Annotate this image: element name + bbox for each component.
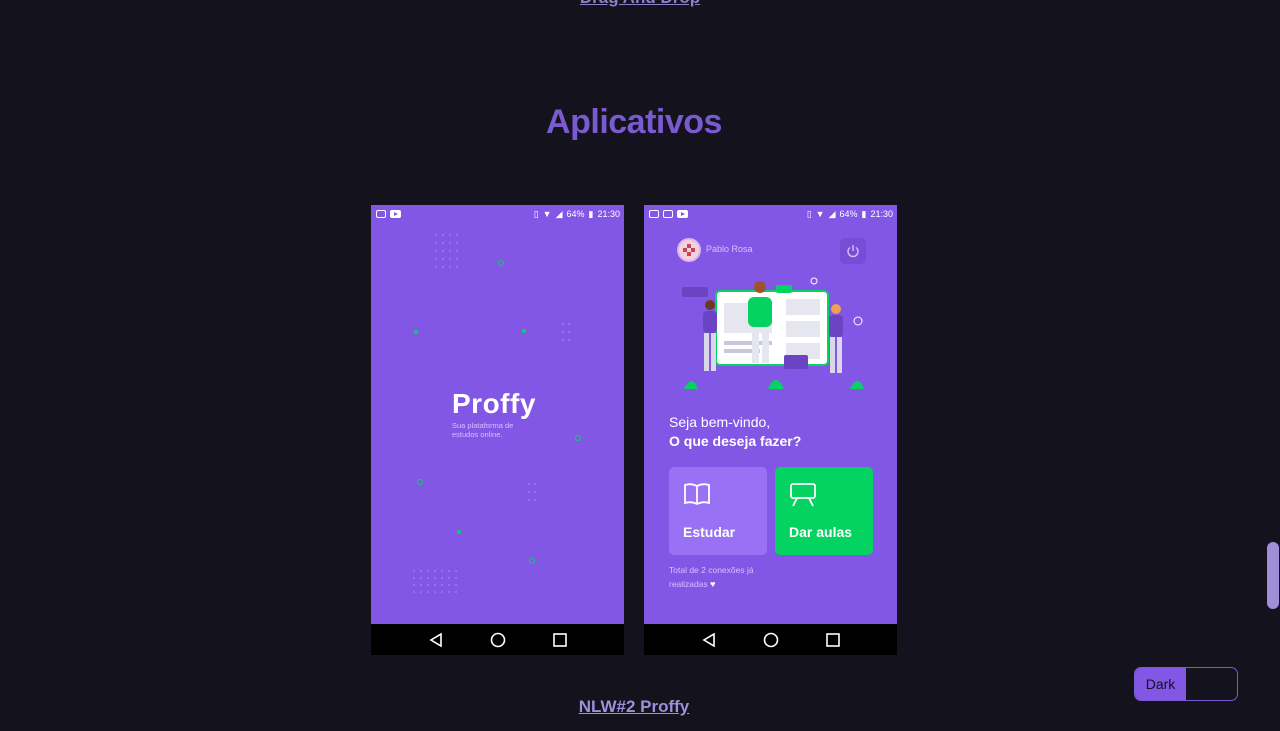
app-tagline: Sua plataforma de estudos online.	[452, 421, 514, 439]
teach-button-label: Dar aulas	[789, 524, 853, 540]
user-name: Pablo Rosa	[706, 244, 753, 254]
decor-circle	[529, 558, 535, 564]
recents-icon[interactable]	[825, 632, 840, 647]
decor-dot	[522, 329, 526, 333]
youtube-icon	[390, 210, 401, 218]
project-link-proffy[interactable]: NLW#2 Proffy	[0, 697, 1268, 717]
app-screenshot-splash: ▯ ▼ ◢ 64% ▮ 21:30 Proffy Sua plataforma …	[371, 205, 624, 655]
recents-icon[interactable]	[552, 632, 567, 647]
battery-icon: ▮	[861, 208, 867, 219]
study-button[interactable]: Estudar	[669, 467, 767, 555]
android-nav-bar	[644, 624, 897, 655]
status-bar: ▯ ▼ ◢ 64% ▮ 21:30	[644, 205, 897, 223]
connections-total: Total de 2 conexões já realizadas ♥	[669, 563, 789, 591]
section-title: Aplicativos	[546, 103, 722, 141]
back-icon[interactable]	[428, 632, 443, 647]
landing-illustration	[682, 277, 864, 389]
presentation-icon	[790, 483, 816, 507]
dot-pattern	[528, 483, 536, 501]
heart-icon: ♥	[710, 579, 716, 589]
decor-circle	[417, 479, 423, 485]
wifi-icon: ▼	[815, 208, 825, 219]
vibrate-icon: ▯	[806, 208, 812, 219]
book-icon	[684, 483, 710, 506]
home-icon[interactable]	[490, 632, 506, 648]
power-icon	[847, 245, 859, 258]
logout-button[interactable]	[840, 238, 866, 264]
decor-dot	[414, 330, 418, 334]
dot-pattern	[413, 570, 457, 593]
theme-option-dark[interactable]: Dark	[1135, 668, 1186, 700]
decor-circle	[575, 435, 581, 441]
dot-pattern	[562, 323, 570, 341]
page: Drag And Drop Aplicativos ▯ ▼ ◢ 64% ▮ 21…	[0, 0, 1280, 731]
theme-toggle[interactable]: Dark	[1134, 667, 1238, 701]
home-icon[interactable]	[763, 632, 779, 648]
status-bar: ▯ ▼ ◢ 64% ▮ 21:30	[371, 205, 624, 223]
welcome-question: O que deseja fazer?	[669, 433, 802, 449]
notification-icon	[649, 210, 659, 218]
welcome-greeting: Seja bem-vindo,	[669, 414, 771, 430]
signal-icon: ◢	[555, 208, 563, 219]
wifi-icon: ▼	[542, 208, 552, 219]
signal-icon: ◢	[828, 208, 836, 219]
dot-pattern	[435, 234, 458, 268]
clock: 21:30	[870, 209, 893, 219]
avatar[interactable]	[677, 238, 701, 262]
decor-dot	[457, 530, 461, 534]
youtube-icon	[677, 210, 688, 218]
scrollbar-thumb[interactable]	[1267, 542, 1279, 609]
back-icon[interactable]	[701, 632, 716, 647]
teach-button[interactable]: Dar aulas	[775, 467, 873, 555]
app-logo: Proffy	[452, 388, 536, 419]
android-nav-bar	[371, 624, 624, 655]
vibrate-icon: ▯	[533, 208, 539, 219]
battery-percent: 64%	[839, 209, 858, 219]
theme-option-light[interactable]	[1186, 668, 1237, 700]
app-screenshot-landing: ▯ ▼ ◢ 64% ▮ 21:30 Pablo Rosa Seja bem-vi…	[644, 205, 897, 655]
welcome-text: Seja bem-vindo, O que deseja fazer?	[669, 413, 801, 451]
decor-circle	[498, 260, 504, 266]
notification-icon	[376, 210, 386, 218]
clock: 21:30	[597, 209, 620, 219]
project-link-drag-and-drop[interactable]: Drag And Drop	[0, 0, 1280, 8]
study-button-label: Estudar	[683, 524, 736, 540]
battery-percent: 64%	[566, 209, 585, 219]
image-icon	[663, 210, 673, 218]
battery-icon: ▮	[588, 208, 594, 219]
